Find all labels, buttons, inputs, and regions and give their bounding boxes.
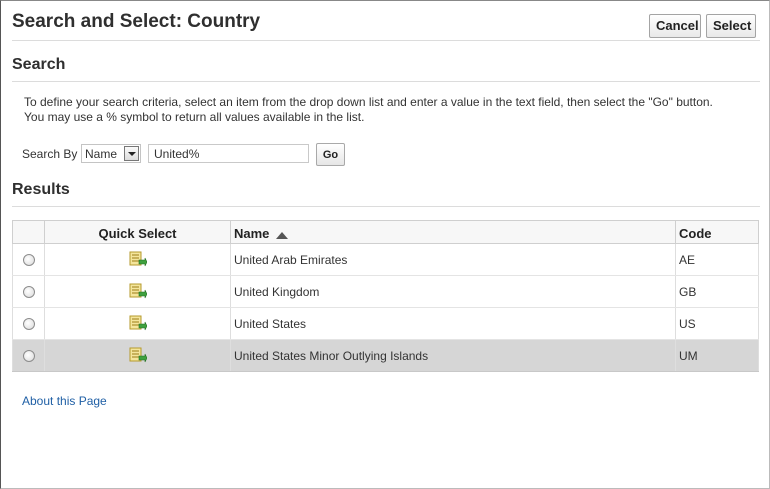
quick-select-column-header: Quick Select xyxy=(44,220,231,244)
row-name-cell: United Arab Emirates xyxy=(230,243,676,276)
row-select-cell xyxy=(12,243,45,276)
quick-select-icon[interactable] xyxy=(129,251,147,268)
select-button[interactable]: Select xyxy=(706,14,756,38)
select-column-header xyxy=(12,220,45,244)
search-by-label: Search By xyxy=(22,147,78,161)
results-body: United Arab Emirates AE United Kingdom G… xyxy=(12,243,759,372)
quick-select-icon[interactable] xyxy=(129,283,147,300)
search-by-select[interactable]: Name xyxy=(81,144,141,163)
row-code-cell: AE xyxy=(675,243,759,276)
quick-select-icon[interactable] xyxy=(129,315,147,332)
title-divider xyxy=(12,40,760,41)
name-column-label: Name xyxy=(234,226,270,241)
table-header-row: Quick Select Name Code xyxy=(12,220,759,244)
row-select-cell xyxy=(12,275,45,308)
quick-select-cell xyxy=(44,275,231,308)
results-header: Results xyxy=(12,181,70,198)
table-row[interactable]: United Kingdom GB xyxy=(12,275,759,308)
search-input[interactable] xyxy=(148,144,309,163)
search-instructions: To define your search criteria, select a… xyxy=(24,95,744,125)
row-radio-button[interactable] xyxy=(22,254,35,267)
go-button[interactable]: Go xyxy=(316,143,345,166)
row-select-cell xyxy=(12,339,45,372)
page-title: Search and Select: Country xyxy=(12,11,261,32)
row-name-cell: United Kingdom xyxy=(230,275,676,308)
row-code-cell: US xyxy=(675,307,759,340)
cancel-button[interactable]: Cancel xyxy=(649,14,701,38)
quick-select-cell xyxy=(44,339,231,372)
results-table: Quick Select Name Code United Arab Emira… xyxy=(12,220,759,372)
about-page-link[interactable]: About this Page xyxy=(22,394,107,408)
row-select-cell xyxy=(12,307,45,340)
code-column-header: Code xyxy=(675,220,759,244)
row-code-cell: UM xyxy=(675,339,759,372)
quick-select-cell xyxy=(44,243,231,276)
table-row[interactable]: United Arab Emirates AE xyxy=(12,243,759,276)
row-name-cell: United States Minor Outlying Islands xyxy=(230,339,676,372)
search-divider xyxy=(12,81,760,82)
row-name-cell: United States xyxy=(230,307,676,340)
name-column-header[interactable]: Name xyxy=(230,220,676,244)
quick-select-icon[interactable] xyxy=(129,347,147,364)
table-row[interactable]: United States US xyxy=(12,307,759,340)
search-by-value: Name xyxy=(85,147,118,161)
row-code-cell: GB xyxy=(675,275,759,308)
row-radio-button[interactable] xyxy=(22,350,35,363)
row-radio-button[interactable] xyxy=(22,286,35,299)
instructions-line-2: You may use a % symbol to return all val… xyxy=(24,110,365,124)
sort-ascending-icon[interactable] xyxy=(275,230,289,240)
quick-select-cell xyxy=(44,307,231,340)
results-divider xyxy=(12,206,760,207)
table-row[interactable]: United States Minor Outlying Islands UM xyxy=(12,339,759,372)
dropdown-arrow-icon[interactable] xyxy=(124,146,139,161)
search-header: Search xyxy=(12,56,66,73)
instructions-line-1: To define your search criteria, select a… xyxy=(24,95,713,109)
row-radio-button[interactable] xyxy=(22,318,35,331)
